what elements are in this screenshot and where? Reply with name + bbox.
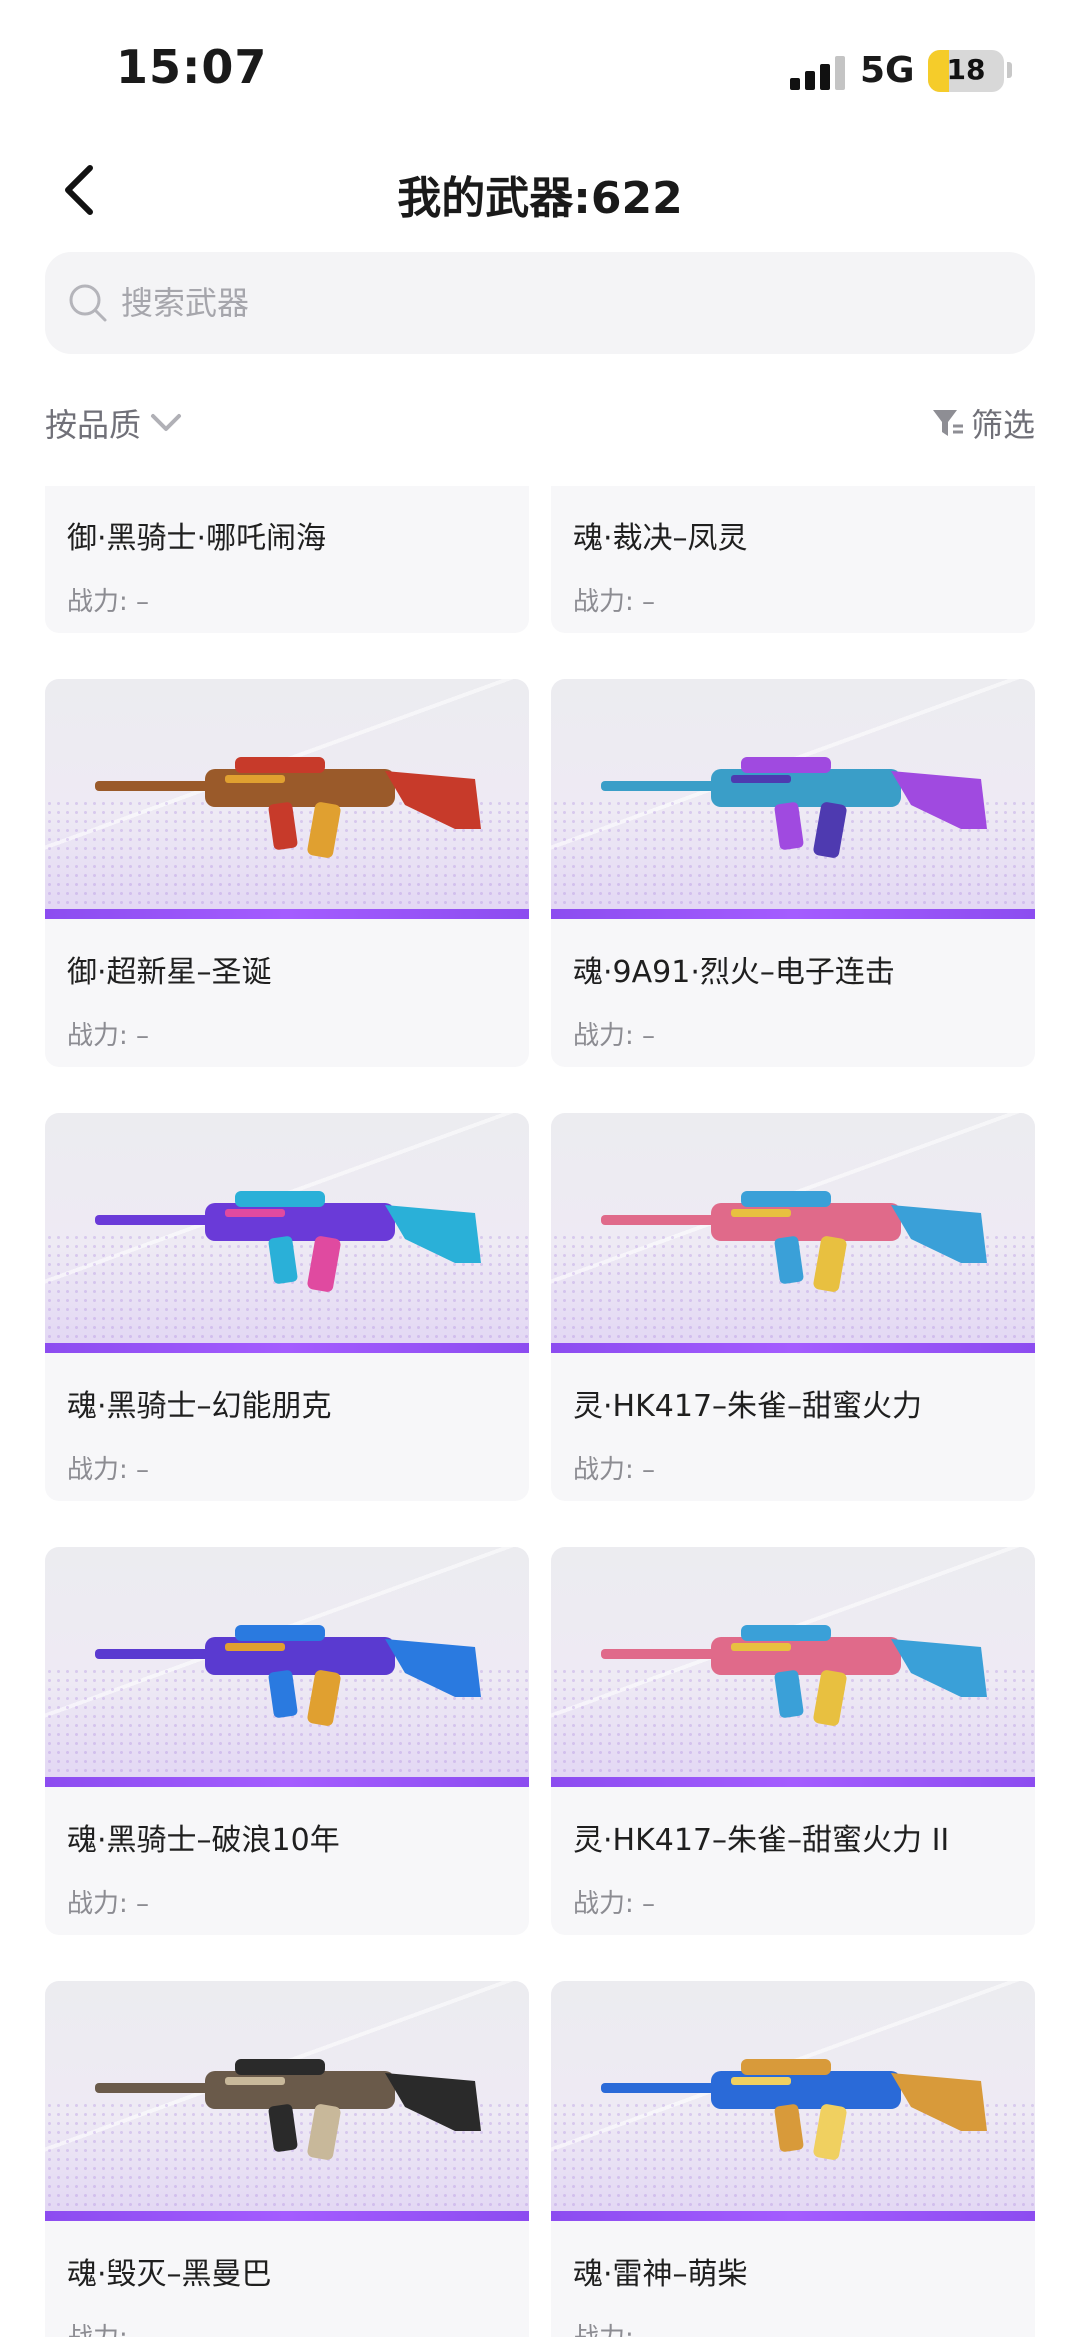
weapon-name: 魂·黑骑士–破浪10年 bbox=[67, 1823, 340, 1858]
page-title: 我的武器:622 bbox=[397, 173, 683, 224]
rifle-icon bbox=[95, 2059, 481, 2160]
weapon-image bbox=[551, 679, 1035, 919]
weapon-card[interactable]: 魂·黑骑士–破浪10年战力: – bbox=[45, 1547, 529, 1935]
weapon-card[interactable]: 灵·HK417–朱雀–甜蜜火力战力: – bbox=[551, 1113, 1035, 1501]
status-bar: 15:07 5G 18 bbox=[0, 0, 1080, 140]
weapon-name: 魂·9A91·烈火–电子连击 bbox=[573, 955, 895, 990]
weapon-image bbox=[45, 1981, 529, 2221]
weapon-image bbox=[45, 1547, 529, 1787]
battery-level: 18 bbox=[946, 53, 986, 86]
weapon-name: 御·黑骑士·哪吒闹海 bbox=[67, 521, 327, 556]
rifle-icon bbox=[601, 757, 987, 858]
cellular-signal-icon bbox=[790, 56, 846, 90]
weapon-power: 战力: – bbox=[67, 1021, 150, 1051]
weapon-power: 战力: – bbox=[573, 1021, 656, 1051]
weapon-card[interactable]: 魂·黑骑士–幻能朋克战力: – bbox=[45, 1113, 529, 1501]
rifle-icon bbox=[601, 1191, 987, 1292]
rifle-icon bbox=[95, 1625, 481, 1726]
network-type: 5G bbox=[860, 50, 915, 91]
weapon-list[interactable]: 御·黑骑士·哪吒闹海 战力: – 魂·裁决–凤灵 战力: – 御·超新星–圣诞 战力: –… bbox=[0, 486, 1080, 2337]
weapon-card[interactable]: 魂·9A91·烈火–电子连击战力: – bbox=[551, 679, 1035, 1067]
weapon-image bbox=[45, 679, 529, 919]
weapon-power: 战力: – bbox=[573, 1889, 656, 1919]
weapon-name: 魂·裁决–凤灵 bbox=[573, 521, 748, 556]
weapon-image bbox=[551, 1113, 1035, 1353]
weapon-image bbox=[551, 1547, 1035, 1787]
weapon-power: 战力: – bbox=[67, 587, 150, 617]
rifle-icon bbox=[95, 757, 481, 858]
weapon-card[interactable]: 灵·HK417–朱雀–甜蜜火力 II 战力: – bbox=[551, 1547, 1035, 1935]
rifle-icon bbox=[601, 1625, 987, 1726]
search-icon bbox=[69, 284, 107, 322]
weapon-card[interactable]: 魂·毁灭–黑曼巴战力: – bbox=[45, 1981, 529, 2337]
rifle-icon bbox=[95, 1191, 481, 1292]
weapon-name: 御·超新星–圣诞 bbox=[67, 955, 272, 990]
weapon-power: 战力: – bbox=[67, 2317, 149, 2337]
weapon-power: 战力: – bbox=[573, 2317, 655, 2337]
status-time: 15:07 bbox=[116, 40, 268, 94]
weapon-name: 魂·雷神–萌柴 bbox=[573, 2257, 748, 2292]
search-bar[interactable] bbox=[45, 252, 1035, 354]
weapon-card[interactable]: 魂·裁决–凤灵战力: – bbox=[551, 486, 1035, 633]
sort-label: 按品质 bbox=[45, 406, 142, 444]
weapon-name: 灵·HK417–朱雀–甜蜜火力 bbox=[573, 1389, 923, 1424]
chevron-down-icon bbox=[151, 414, 182, 431]
weapon-card[interactable]: 御·黑骑士·哪吒闹海战力: – bbox=[45, 486, 529, 633]
weapon-image bbox=[45, 1113, 529, 1353]
weapon-card[interactable]: 魂·雷神–萌柴战力: – bbox=[551, 1981, 1035, 2337]
sort-by-quality-dropdown[interactable]: 按品质 bbox=[45, 400, 183, 446]
search-input[interactable] bbox=[121, 284, 1001, 322]
weapon-name: 魂·黑骑士–幻能朋克 bbox=[67, 1389, 332, 1424]
battery-tip bbox=[1007, 62, 1012, 78]
weapon-power: 战力: – bbox=[67, 1889, 150, 1919]
weapon-power: 战力: – bbox=[573, 587, 656, 617]
weapon-card[interactable]: 御·超新星–圣诞战力: – bbox=[45, 679, 529, 1067]
filter-button[interactable]: 筛选 bbox=[931, 400, 1035, 446]
weapon-name: 灵·HK417–朱雀–甜蜜火力 II bbox=[573, 1823, 950, 1858]
weapon-power: 战力: – bbox=[573, 1455, 656, 1485]
rifle-icon bbox=[601, 2059, 987, 2160]
weapon-grid: 御·黑骑士·哪吒闹海 战力: – 魂·裁决–凤灵 战力: – 御·超新星–圣诞 战力: –… bbox=[45, 486, 1035, 2337]
weapon-image bbox=[551, 1981, 1035, 2221]
weapon-power: 战力: – bbox=[67, 1455, 150, 1485]
filter-label: 筛选 bbox=[970, 406, 1035, 444]
weapon-name: 魂·毁灭–黑曼巴 bbox=[67, 2257, 272, 2292]
filter-funnel-icon bbox=[932, 410, 963, 436]
battery-icon: 18 bbox=[928, 50, 1004, 92]
